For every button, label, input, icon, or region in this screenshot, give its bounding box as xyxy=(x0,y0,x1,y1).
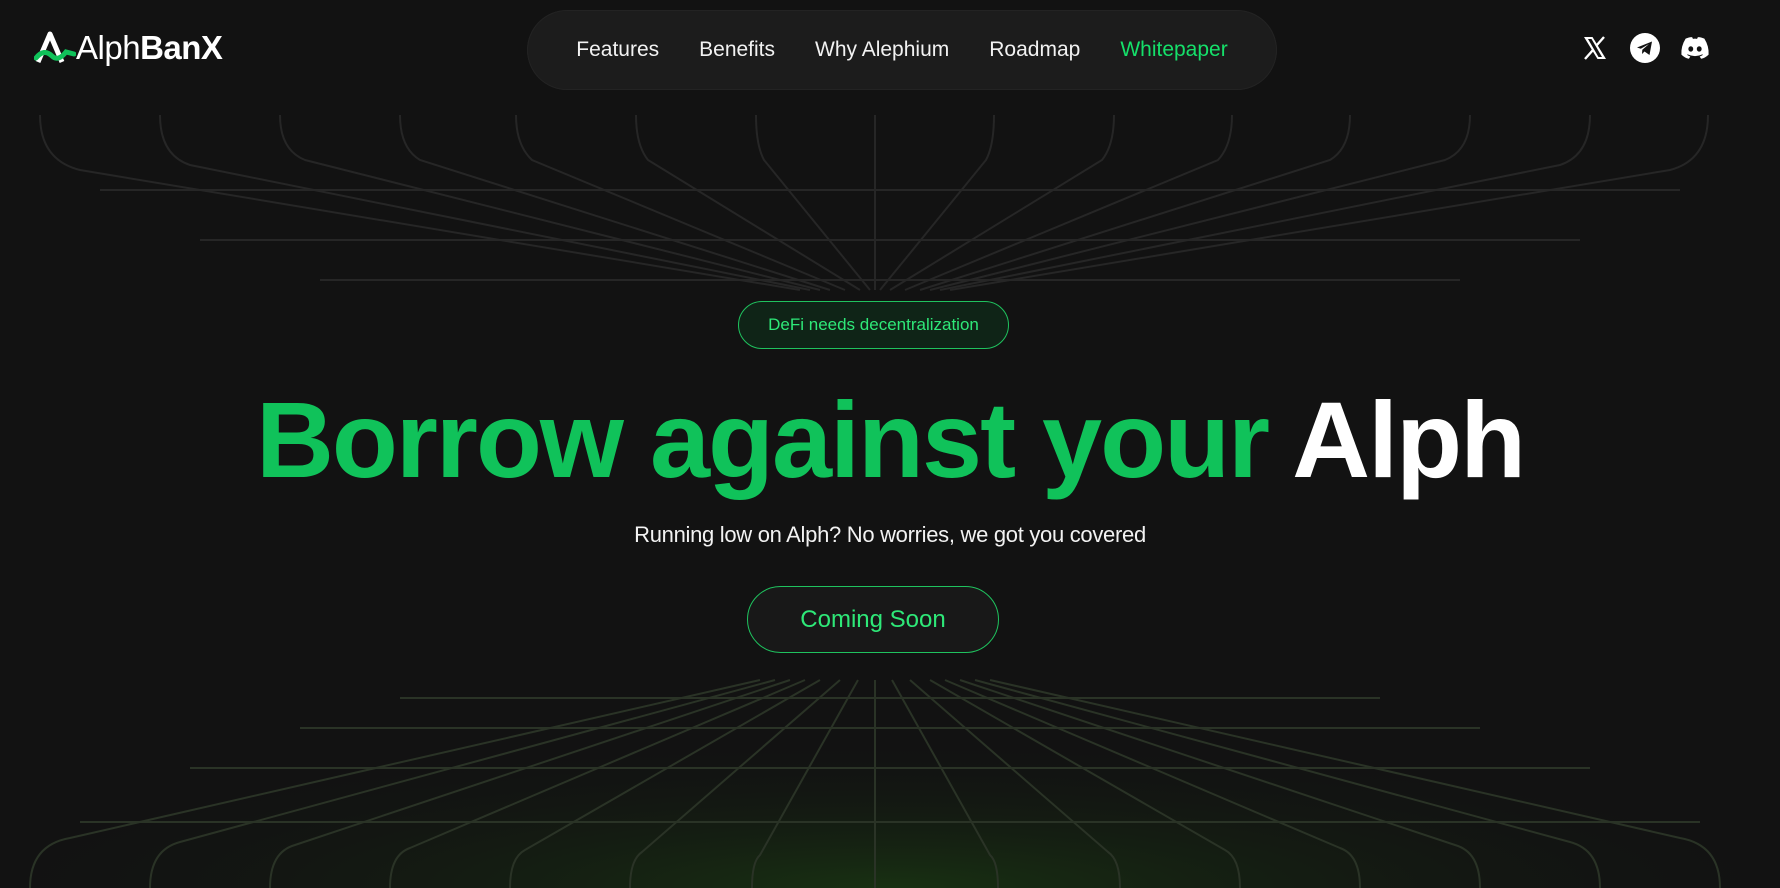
headline-green: Borrow against your xyxy=(255,379,1270,500)
hero-badge: DeFi needs decentralization xyxy=(738,301,1009,349)
hero-headline: Borrow against your Alph xyxy=(0,380,1780,500)
hero-subtitle: Running low on Alph? No worries, we got … xyxy=(634,522,1146,547)
hero-section: DeFi needs decentralization Borrow again… xyxy=(0,0,1780,888)
coming-soon-button[interactable]: Coming Soon xyxy=(747,586,999,653)
headline-white: Alph xyxy=(1292,379,1526,500)
